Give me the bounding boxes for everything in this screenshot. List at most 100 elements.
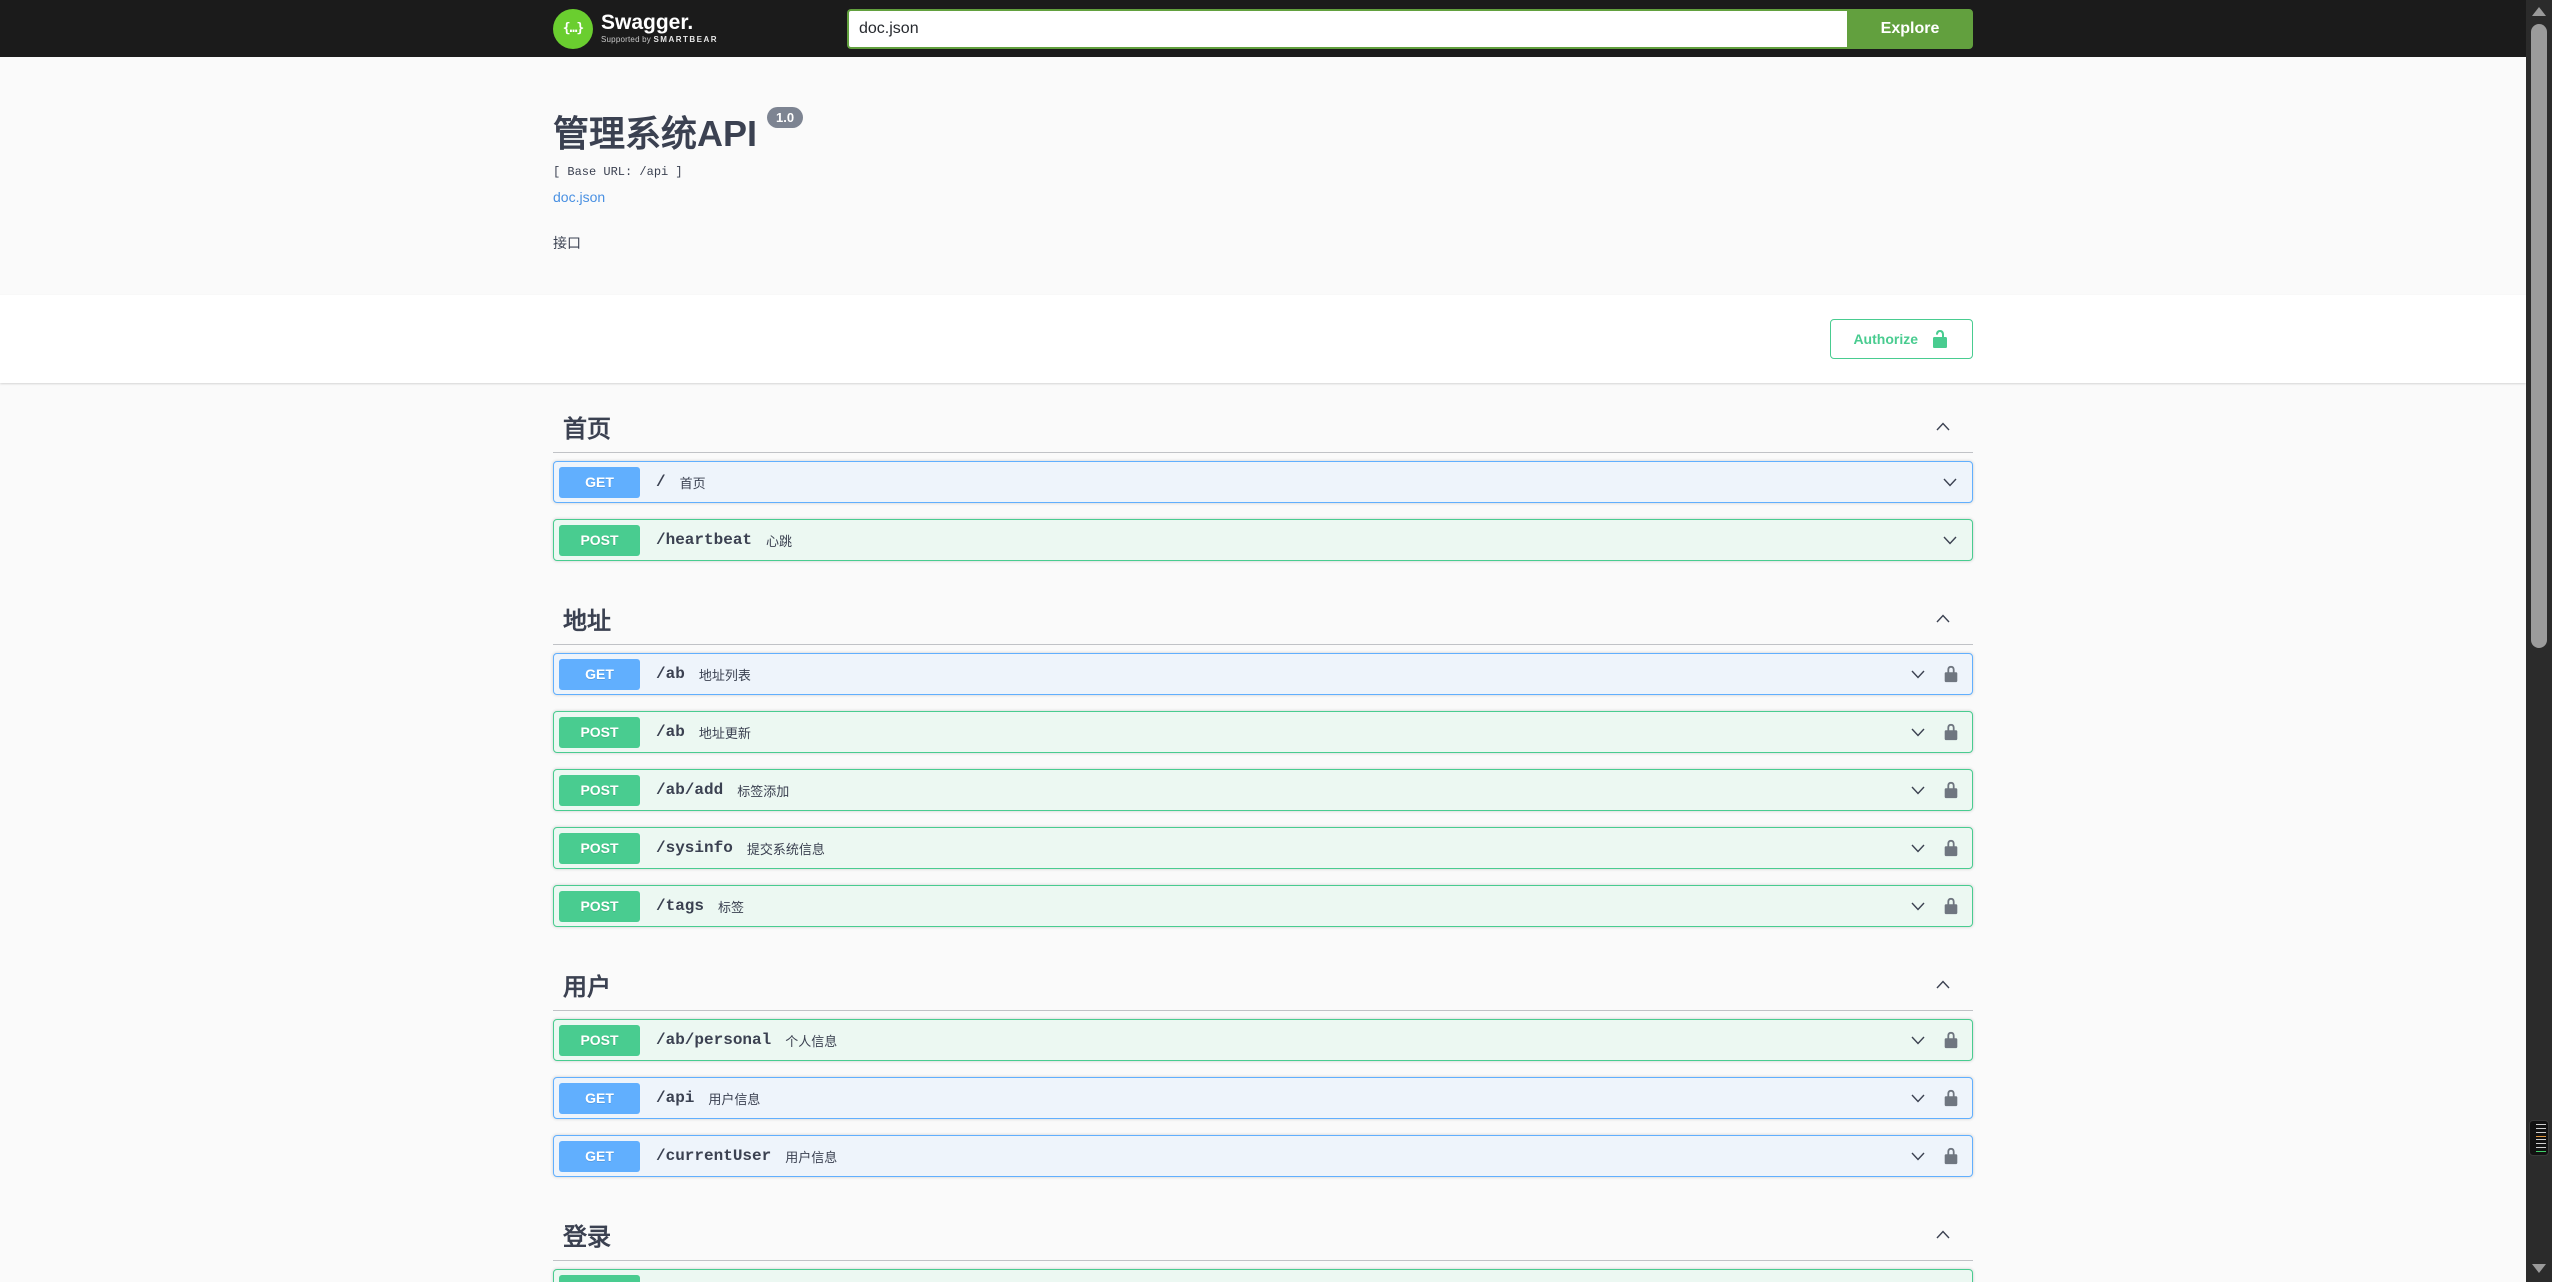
smartbear-byline: Supported by SMARTBEAR — [601, 35, 719, 45]
endpoint-row[interactable]: GET / 首页 — [553, 461, 1973, 503]
lock-icon[interactable] — [1942, 1089, 1960, 1107]
chevron-down-icon[interactable] — [1908, 1088, 1928, 1108]
endpoint-row[interactable]: POST /tags 标签 — [553, 885, 1973, 927]
version-badge: 1.0 — [767, 107, 804, 128]
api-description: 接口 — [553, 235, 581, 251]
endpoint-path: /tags — [656, 897, 705, 915]
spec-link[interactable]: doc.json — [553, 189, 605, 205]
section-title: 用户 — [563, 974, 611, 1001]
chevron-up-icon[interactable] — [1933, 975, 1953, 995]
api-section: 用户 POST /ab/personal 个人信息 GET /api 用户信息 … — [553, 959, 1973, 1209]
lock-icon[interactable] — [1942, 839, 1960, 857]
explore-button[interactable]: Explore — [1847, 8, 1973, 49]
chevron-down-icon[interactable] — [1908, 664, 1928, 684]
operations-list: 首页 GET / 首页 POST /heartbeat 心跳 地址 GET /a… — [533, 383, 1993, 1282]
endpoint-row[interactable]: POST /ab/personal 个人信息 — [553, 1019, 1973, 1061]
method-badge: GET — [559, 658, 640, 690]
endpoint-summary: 用户信息 — [785, 1149, 838, 1165]
chevron-up-icon[interactable] — [1933, 609, 1953, 629]
section-title: 登录 — [563, 1224, 611, 1251]
section-title: 地址 — [563, 608, 611, 635]
method-badge: GET — [559, 466, 640, 498]
section-header[interactable]: 地址 — [553, 593, 1973, 645]
swagger-ui-page: {…} Swagger. Supported by SMARTBEAR Expl… — [0, 0, 2526, 1282]
endpoint-path: /ab/personal — [656, 1031, 772, 1049]
endpoint-path: /ab — [656, 665, 685, 683]
chevron-down-icon[interactable] — [1940, 472, 1960, 492]
endpoint-row[interactable]: GET /api 用户信息 — [553, 1077, 1973, 1119]
endpoint-path: /api — [656, 1089, 695, 1107]
section-rows: POST /login 登录 POST /login/account 登录账号 — [553, 1261, 1973, 1282]
endpoint-path: /currentUser — [656, 1147, 772, 1165]
endpoint-summary: 地址更新 — [698, 725, 751, 741]
endpoint-path: /sysinfo — [656, 839, 733, 857]
chevron-down-icon[interactable] — [1908, 838, 1928, 858]
method-badge: GET — [559, 1140, 640, 1172]
endpoint-path: /ab/add — [656, 781, 724, 799]
section-header[interactable]: 登录 — [553, 1209, 1973, 1261]
endpoint-summary: 标签 — [718, 899, 745, 915]
lock-icon[interactable] — [1942, 723, 1960, 741]
swagger-logo-text: Swagger. — [601, 11, 694, 35]
scheme-container: Authorize — [0, 295, 2526, 383]
method-badge: POST — [559, 832, 640, 864]
api-section: 登录 POST /login 登录 POST /login/account 登录… — [553, 1209, 1973, 1282]
endpoint-row[interactable]: POST /heartbeat 心跳 — [553, 519, 1973, 561]
endpoint-path: / — [656, 473, 666, 491]
swagger-logo[interactable]: {…} Swagger. Supported by SMARTBEAR — [553, 8, 719, 49]
endpoint-summary: 标签添加 — [737, 783, 790, 799]
chevron-down-icon[interactable] — [1908, 1146, 1928, 1166]
api-title: 管理系统API — [553, 113, 758, 154]
api-section: 首页 GET / 首页 POST /heartbeat 心跳 — [553, 401, 1973, 593]
curly-braces-icon: {…} — [553, 8, 593, 49]
chevron-up-icon[interactable] — [1933, 417, 1953, 437]
scrollbar[interactable] — [2526, 0, 2552, 1282]
scroll-minimap — [2529, 1120, 2549, 1156]
endpoint-path: /heartbeat — [656, 531, 753, 549]
spec-url-input[interactable] — [847, 8, 1847, 49]
endpoint-summary: 用户信息 — [708, 1091, 761, 1107]
authorize-label: Authorize — [1853, 331, 1918, 347]
spec-url-form: Explore — [847, 8, 1973, 49]
endpoint-path: /ab — [656, 723, 685, 741]
endpoint-summary: 地址列表 — [698, 667, 751, 683]
method-badge: POST — [559, 524, 640, 556]
chevron-down-icon[interactable] — [1908, 722, 1928, 742]
endpoint-summary: 提交系统信息 — [746, 841, 825, 857]
lock-icon[interactable] — [1942, 665, 1960, 683]
endpoint-row[interactable]: POST /sysinfo 提交系统信息 — [553, 827, 1973, 869]
section-header[interactable]: 首页 — [553, 401, 1973, 453]
chevron-down-icon[interactable] — [1908, 896, 1928, 916]
endpoint-summary: 心跳 — [766, 533, 793, 549]
endpoint-summary: 首页 — [679, 475, 706, 491]
endpoint-summary: 个人信息 — [785, 1033, 838, 1049]
authorize-button[interactable]: Authorize — [1830, 319, 1973, 359]
section-title: 首页 — [563, 416, 611, 443]
chevron-up-icon[interactable] — [1933, 1225, 1953, 1245]
scrollbar-up-arrow-icon[interactable] — [2532, 7, 2546, 16]
scrollbar-down-arrow-icon[interactable] — [2532, 1264, 2546, 1273]
chevron-down-icon[interactable] — [1908, 780, 1928, 800]
method-badge: POST — [559, 716, 640, 748]
topbar: {…} Swagger. Supported by SMARTBEAR Expl… — [0, 0, 2526, 57]
lock-icon[interactable] — [1942, 1031, 1960, 1049]
chevron-down-icon[interactable] — [1908, 1030, 1928, 1050]
method-badge: POST — [559, 1024, 640, 1056]
chevron-down-icon[interactable] — [1940, 530, 1960, 550]
lock-icon[interactable] — [1942, 781, 1960, 799]
api-info-section: 管理系统API 1.0 [ Base URL: /api ] doc.json … — [533, 57, 1993, 295]
section-rows: GET / 首页 POST /heartbeat 心跳 — [553, 453, 1973, 593]
lock-icon[interactable] — [1942, 1147, 1960, 1165]
endpoint-row[interactable]: GET /ab 地址列表 — [553, 653, 1973, 695]
api-section: 地址 GET /ab 地址列表 POST /ab 地址更新 POST /ab/a… — [553, 593, 1973, 959]
unlock-icon — [1930, 329, 1950, 349]
section-rows: GET /ab 地址列表 POST /ab 地址更新 POST /ab/add … — [553, 645, 1973, 959]
section-header[interactable]: 用户 — [553, 959, 1973, 1011]
endpoint-row[interactable]: GET /currentUser 用户信息 — [553, 1135, 1973, 1177]
scrollbar-thumb[interactable] — [2531, 24, 2547, 648]
endpoint-row[interactable]: POST /ab 地址更新 — [553, 711, 1973, 753]
lock-icon[interactable] — [1942, 897, 1960, 915]
endpoint-row[interactable]: POST /login 登录 — [553, 1269, 1973, 1282]
endpoint-row[interactable]: POST /ab/add 标签添加 — [553, 769, 1973, 811]
method-badge: GET — [559, 1082, 640, 1114]
